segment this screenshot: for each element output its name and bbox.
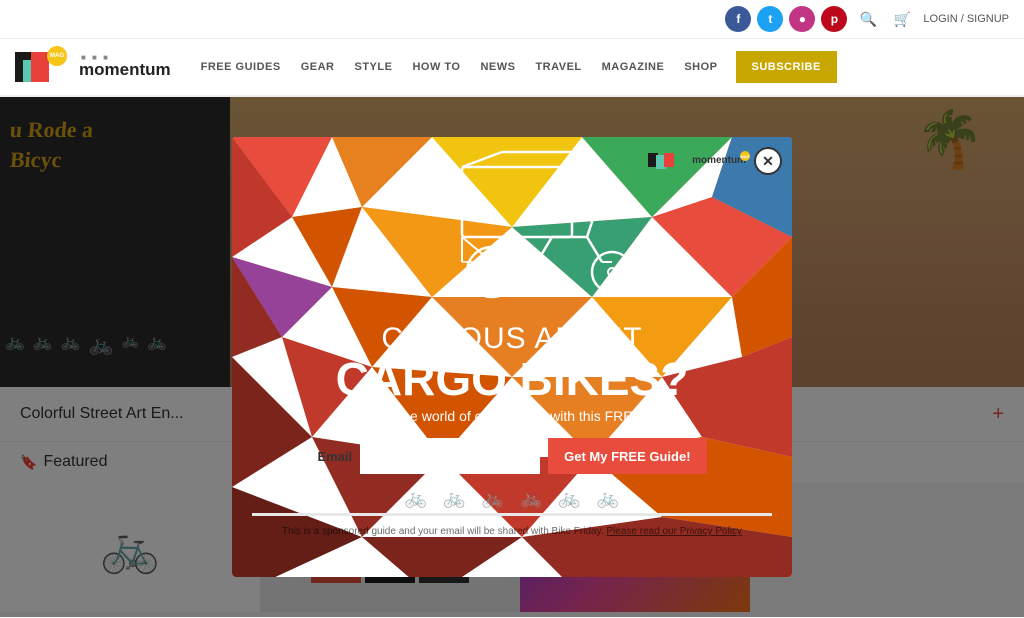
nav-news[interactable]: NEWS	[470, 39, 525, 95]
logo-mark: MAG	[15, 42, 75, 92]
bike-icon-3: 🚲	[482, 488, 504, 509]
subscribe-button[interactable]: SUBSCRIBE	[736, 51, 837, 83]
email-label: Email	[317, 449, 352, 464]
social-icons: f t ● p	[725, 6, 847, 32]
instagram-icon[interactable]: ●	[789, 6, 815, 32]
privacy-policy-link[interactable]: Please read our Privacy Policy	[606, 526, 742, 537]
facebook-icon[interactable]: f	[725, 6, 751, 32]
modal-footer: This is a sponsored guide and your email…	[252, 526, 772, 547]
nav-shop[interactable]: SHOP	[674, 39, 727, 95]
nav-free-guides[interactable]: FREE GUIDES	[191, 39, 291, 95]
modal-form: Email Get My FREE Guide!	[252, 438, 772, 474]
modal-bike-icons: 🚲 🚲 🚲 🚲 🚲 🚲	[252, 488, 772, 509]
nav-how-to[interactable]: HOW TO	[402, 39, 470, 95]
site-logo[interactable]: MAG ■ ■ ■ momentum	[15, 42, 171, 92]
nav-style[interactable]: STYLE	[344, 39, 402, 95]
modal-popup: ✕ MAG momentum	[232, 137, 792, 577]
login-signup-button[interactable]: LOGIN / SIGNUP	[923, 13, 1009, 25]
nav-magazine[interactable]: MAGAZINE	[592, 39, 675, 95]
email-input[interactable]	[360, 438, 540, 474]
nav-gear[interactable]: GEAR	[291, 39, 345, 95]
modal-subtext: Discover the world of cargo bikes with t…	[252, 408, 772, 424]
header-nav: MAG ■ ■ ■ momentum FREE GUIDES GEAR STYL…	[0, 39, 1024, 97]
nav-travel[interactable]: TRAVEL	[525, 39, 591, 95]
page-content: u Rode a Bicyc 🚲 🚲 🚲 🚲 🚲 🚲 🌴 Colorful St…	[0, 97, 1024, 617]
modal-close-button[interactable]: ✕	[754, 147, 782, 175]
cargo-bike-illustration	[382, 147, 642, 307]
bike-icon-5: 🚲	[558, 488, 580, 509]
bike-icon-6: 🚲	[597, 488, 619, 509]
modal-overlay: ✕ MAG momentum	[0, 97, 1024, 617]
modal-logo: MAG momentum	[648, 151, 746, 169]
bike-icon-2: 🚲	[443, 488, 465, 509]
search-button[interactable]: 🔍	[855, 6, 881, 32]
header-top-bar: f t ● p 🔍 🛒 LOGIN / SIGNUP	[0, 0, 1024, 39]
bike-icon-4: 🚲	[520, 488, 542, 509]
pinterest-icon[interactable]: p	[821, 6, 847, 32]
get-guide-button[interactable]: Get My FREE Guide!	[548, 438, 706, 474]
modal-headline: CURIOUS ABOUT CARGO BIKES?	[252, 322, 772, 402]
cart-button[interactable]: 🛒	[889, 6, 915, 32]
main-nav: FREE GUIDES GEAR STYLE HOW TO NEWS TRAVE…	[191, 39, 837, 95]
bike-icon-1: 🚲	[405, 488, 427, 509]
sponsor-divider	[252, 513, 772, 516]
twitter-icon[interactable]: t	[757, 6, 783, 32]
site-name: momentum	[79, 61, 171, 80]
modal-logo-text: momentum	[692, 155, 746, 166]
